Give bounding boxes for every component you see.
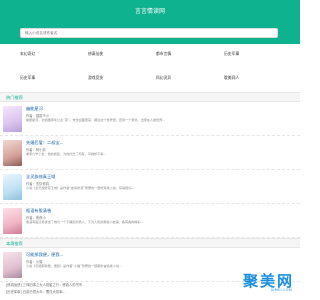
category-nav: 玄幻奇幻 修真仙侠 都市言情 历史军事 历史军事 游戏竞技 科幻灵异 耽美同人 (0, 44, 300, 92)
book-title[interactable]: 幽能星河 (26, 106, 43, 112)
book-title[interactable]: 可能那我便，便我... (26, 252, 64, 258)
nav-item-lishi[interactable]: 历史军事 (224, 50, 292, 58)
book-item[interactable]: 幽能星河 作者：猫腻不小 幽能星河，北境国青年公主“蒸”。末世迎面而来，都在这个… (0, 102, 300, 136)
search-bar (0, 27, 300, 44)
book-item[interactable]: 先婚后爱：二叔宝... 作者：阿小妖 季家六岁小女，他的娃娃，为他付出了所有，可… (0, 136, 300, 170)
book-cover[interactable] (3, 174, 22, 200)
book-title[interactable]: 全灵族修真王域 (26, 174, 55, 180)
nav-item-lishi-2[interactable]: 历史军事 (20, 74, 88, 82)
top-header: 言言情读网 (0, 0, 300, 27)
nav-item-xuanhuan[interactable]: 玄幻奇幻 (20, 50, 88, 58)
page-title: 言言情读网 (134, 8, 165, 15)
nav-item-dushi[interactable]: 都市言情 (156, 50, 224, 58)
nav-item-danmei[interactable]: 耽美同人 (224, 74, 292, 82)
book-description: 幽能星河，北境国青年公主“蒸”。末世迎面而来，都在这个世界里，直到一个梦境，出现… (26, 118, 166, 122)
nav-item-xiuzhen[interactable]: 修真仙侠 (88, 50, 156, 58)
book-item[interactable]: 瓶语有股清香 作者：夜夜小 瓶语有股清香讲述了她与一个不确定的男人，不为人知的那… (0, 204, 300, 238)
watermark-subtext: JUMEI.COM (270, 288, 292, 292)
nav-item-kehuan[interactable]: 科幻灵异 (156, 74, 224, 82)
hot-section-title: 热门推荐 (0, 92, 300, 102)
book-cover[interactable] (3, 106, 22, 132)
book-item[interactable]: 全灵族修真王域 作者：言情修真 小说《全灵族修真王域》是作者“言情修真”所著的一… (0, 170, 300, 204)
book-description: 季家六岁小女，他的娃娃，为他付出了所有，可她却不幸... (26, 152, 107, 156)
book-cover[interactable] (3, 252, 22, 278)
recent-section-title: 本周推荐 (0, 238, 300, 248)
book-title[interactable]: 瓶语有股清香 (26, 208, 51, 214)
nav-item-youxi[interactable]: 游戏竞技 (88, 74, 156, 82)
book-cover[interactable] (3, 208, 22, 234)
book-title[interactable]: 先婚后爱：二叔宝... (26, 140, 64, 146)
search-input[interactable] (20, 28, 278, 38)
book-description: 瓶语有股清香讲述了她与一个不确定的男人，不为人知的那些小故事，各有各的精彩... (26, 220, 144, 224)
book-cover[interactable] (3, 140, 22, 166)
watermark-logo: 聚美网 JUMEI.COM (198, 270, 294, 294)
book-description: 小说《全灵族修真王域》是作者“言情修真”所著的一部修真类小说，写得很好... (26, 186, 135, 190)
